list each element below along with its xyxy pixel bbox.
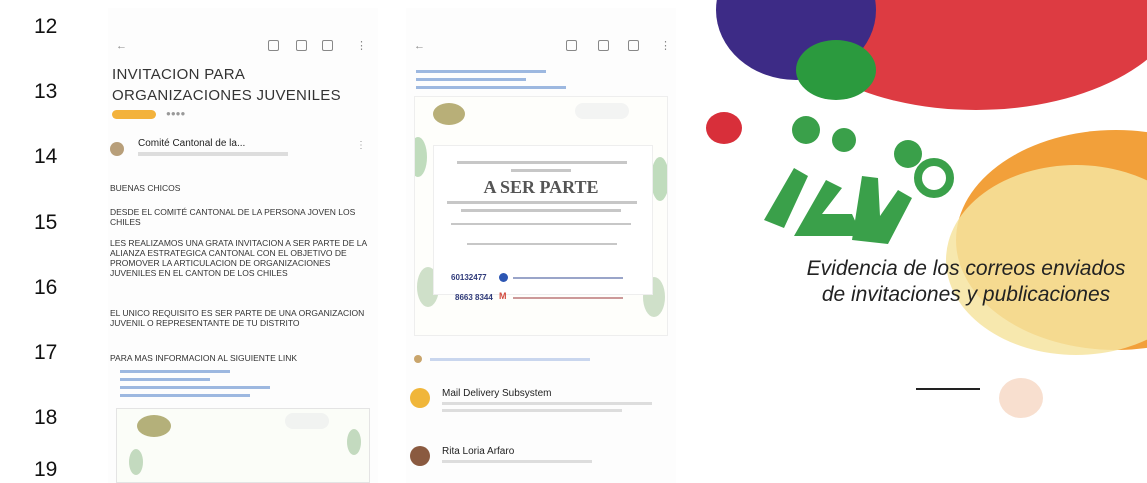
row-number: 16: [34, 276, 58, 299]
avatar: [410, 388, 430, 408]
slide-caption: Evidencia de los correos enviados de inv…: [806, 257, 1126, 306]
more-vert-icon[interactable]: ⋮: [660, 39, 671, 52]
thread-snippet: [442, 409, 622, 412]
flyer-text-line: [451, 223, 631, 225]
green-blob: [796, 40, 876, 100]
red-dot: [706, 112, 742, 144]
slide-panel: Evidencia de los correos enviados de inv…: [676, 0, 1147, 483]
email-paragraph: LES REALIZAMOS UNA GRATA INVITACION A SE…: [110, 238, 367, 278]
more-vert-icon[interactable]: ⋮: [356, 140, 366, 151]
archive-icon[interactable]: [566, 40, 577, 51]
delete-icon[interactable]: [296, 40, 307, 51]
mail-icon[interactable]: [628, 40, 639, 51]
flyer-logo: [433, 103, 465, 125]
flyer-text-line: [461, 209, 621, 212]
email-link[interactable]: [416, 86, 566, 89]
sender-name: Comité Cantonal de la...: [138, 138, 246, 149]
thread-snippet: [442, 402, 652, 405]
flyer-title: A SER PARTE: [483, 177, 599, 197]
sender-row[interactable]: Comité Cantonal de la... ⋮: [110, 136, 372, 168]
avatar: [410, 446, 430, 466]
back-arrow-icon[interactable]: ←: [414, 40, 425, 52]
back-arrow-icon[interactable]: ←: [116, 40, 127, 52]
row-number: 17: [34, 341, 58, 364]
leaf-decoration: [129, 449, 143, 475]
row-number: 13: [34, 80, 58, 103]
row-number: 19: [34, 458, 58, 481]
invitation-flyer-image[interactable]: A SER PARTE 60132477 8663 8344 M: [414, 96, 668, 336]
mail-icon[interactable]: [322, 40, 333, 51]
avatar: [414, 355, 422, 363]
row-number-gutter: 12 13 14 15 16 17 18 19: [0, 0, 80, 483]
email-paragraph: PARA MAS INFORMACION AL SIGUIENTE LINK: [110, 353, 298, 363]
gmail-icon: M: [499, 291, 507, 301]
row-number: 15: [34, 211, 58, 234]
sender-recipient-line: [138, 152, 288, 156]
flyer-text-line: [511, 169, 571, 172]
email-link[interactable]: [416, 78, 526, 81]
flyer-button: [575, 103, 629, 119]
caption-underline: [916, 388, 980, 390]
attachment-thumbnail[interactable]: [116, 408, 370, 483]
email-link[interactable]: [120, 378, 210, 381]
email-screenshot-flyer: ← ⋮ A SER PARTE 60132477 8663 8344 M Mai…: [406, 8, 676, 483]
peach-dot: [999, 378, 1043, 418]
thread-snippet: [442, 460, 592, 463]
leaf-decoration: [347, 429, 361, 455]
slide-background-art: [706, 0, 1147, 418]
email-link[interactable]: [120, 386, 270, 389]
flyer-phone: 60132477: [451, 273, 487, 282]
flyer-phone: 8663 8344: [455, 293, 493, 302]
flyer-text-line: [513, 297, 623, 299]
flyer-text-line: [457, 161, 627, 164]
thread-sender-name: Mail Delivery Subsystem: [442, 388, 552, 399]
email-paragraph: DESDE EL COMITÉ CANTONAL DE LA PERSONA J…: [110, 207, 356, 227]
flyer-text-line: [447, 201, 637, 204]
email-link[interactable]: [120, 370, 230, 373]
email-paragraph: EL UNICO REQUISITO ES SER PARTE DE UNA O…: [110, 308, 365, 328]
archive-icon[interactable]: [268, 40, 279, 51]
delete-icon[interactable]: [598, 40, 609, 51]
email-subject: INVITACION PARA ORGANIZACIONES JUVENILES: [112, 66, 341, 104]
email-toolbar: ← ⋮: [406, 40, 676, 58]
flyer-logo: [137, 415, 171, 437]
collapsed-message-row[interactable]: [414, 354, 654, 364]
flyer-text-line: [467, 243, 617, 245]
thread-message-row[interactable]: Mail Delivery Subsystem: [406, 386, 668, 420]
thumbnail-button: [285, 413, 329, 429]
row-number: 12: [34, 15, 58, 38]
email-toolbar: ← ⋮: [108, 40, 378, 58]
row-number: 14: [34, 145, 58, 168]
thread-sender-name: Rita Loria Arfaro: [442, 446, 515, 457]
label-meta: ●●●●: [166, 109, 186, 118]
email-link[interactable]: [120, 394, 250, 397]
more-vert-icon[interactable]: ⋮: [356, 39, 367, 52]
facebook-icon: [499, 273, 508, 282]
row-number: 18: [34, 406, 58, 429]
collapsed-message-text: [430, 358, 590, 361]
email-link[interactable]: [416, 70, 546, 73]
avatar: [110, 142, 124, 156]
flyer-text-line: [513, 277, 623, 279]
email-greeting: BUENAS CHICOS: [110, 183, 181, 193]
thread-message-row[interactable]: Rita Loria Arfaro: [406, 444, 668, 478]
email-screenshot-invitation: ← ⋮ INVITACION PARA ORGANIZACIONES JUVEN…: [108, 8, 378, 483]
leaf-decoration: [415, 137, 427, 177]
youth-logo-icon: [764, 116, 954, 244]
inbox-label-badge: [112, 110, 156, 119]
